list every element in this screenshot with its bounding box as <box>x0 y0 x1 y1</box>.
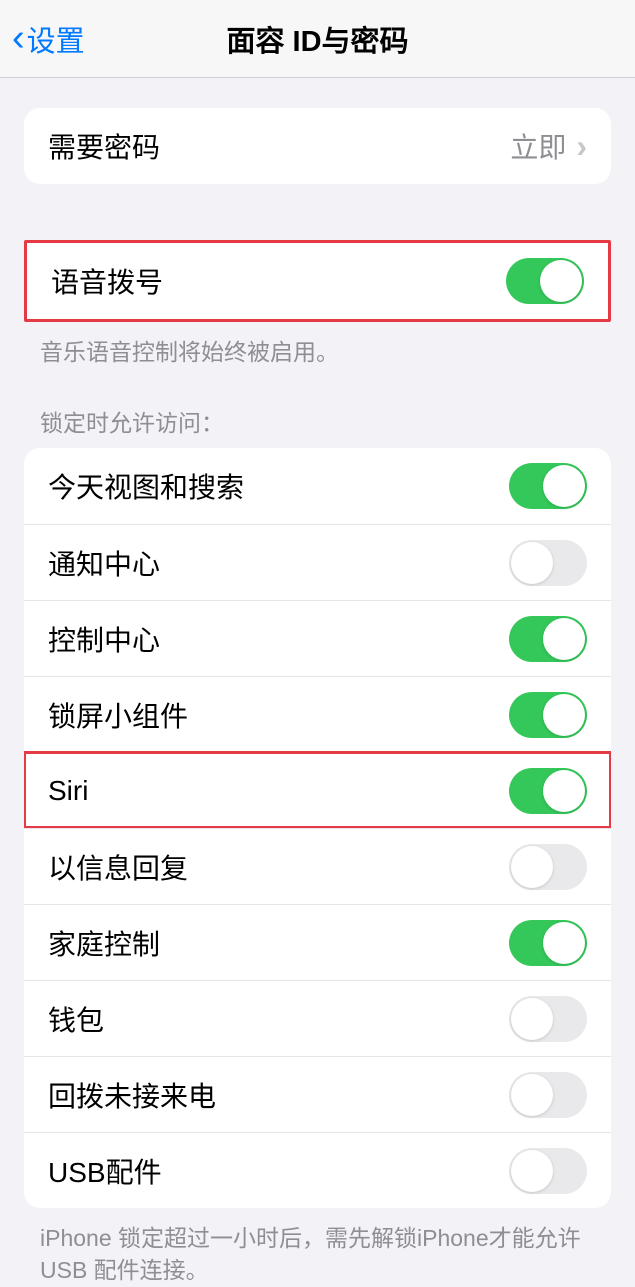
allow-access-label: 锁屏小组件 <box>48 695 188 735</box>
allow-access-toggle[interactable] <box>509 996 587 1042</box>
allow-access-toggle[interactable] <box>509 1148 587 1194</box>
back-label: 设置 <box>27 18 85 60</box>
allow-access-label: 通知中心 <box>48 543 160 583</box>
voice-dial-row: 语音拨号 <box>27 243 608 319</box>
nav-bar: ‹ 设置 面容 ID与密码 <box>0 0 635 78</box>
allow-access-row: 回拨未接来电 <box>24 1056 611 1132</box>
allow-access-row: Siri <box>24 752 611 828</box>
allow-access-toggle[interactable] <box>509 844 587 890</box>
chevron-left-icon: ‹ <box>12 17 25 60</box>
allow-access-row: 通知中心 <box>24 524 611 600</box>
allow-access-label: 回拨未接来电 <box>48 1075 216 1115</box>
allow-access-row: USB配件 <box>24 1132 611 1208</box>
allow-access-label: 以信息回复 <box>48 847 188 887</box>
back-button[interactable]: ‹ 设置 <box>0 0 85 77</box>
allow-access-label: USB配件 <box>48 1151 162 1191</box>
allow-access-toggle[interactable] <box>509 920 587 966</box>
allow-access-toggle[interactable] <box>509 616 587 662</box>
allow-access-row: 家庭控制 <box>24 904 611 980</box>
allow-access-row: 控制中心 <box>24 600 611 676</box>
allow-access-label: Siri <box>48 775 88 807</box>
require-passcode-row[interactable]: 需要密码 立即 › <box>24 108 611 184</box>
allow-access-label: 家庭控制 <box>48 923 160 963</box>
allow-access-label: 钱包 <box>48 999 104 1039</box>
chevron-right-icon: › <box>576 128 587 165</box>
allow-access-label: 今天视图和搜索 <box>48 466 244 506</box>
require-passcode-value: 立即 <box>510 126 566 166</box>
allow-access-header: 锁定时允许访问： <box>0 404 635 448</box>
require-passcode-label: 需要密码 <box>48 126 160 166</box>
allow-access-toggle[interactable] <box>509 692 587 738</box>
allow-access-label: 控制中心 <box>48 619 160 659</box>
allow-access-row: 钱包 <box>24 980 611 1056</box>
voice-dial-label: 语音拨号 <box>51 261 163 301</box>
page-title: 面容 ID与密码 <box>226 18 408 60</box>
allow-access-row: 以信息回复 <box>24 828 611 904</box>
allow-access-row: 今天视图和搜索 <box>24 448 611 524</box>
usb-footer: iPhone 锁定超过一小时后，需先解锁iPhone才能允许USB 配件连接。 <box>0 1208 635 1286</box>
allow-access-block: 今天视图和搜索通知中心控制中心锁屏小组件 Siri 以信息回复家庭控制钱包回拨未接来… <box>24 448 611 1208</box>
allow-access-toggle[interactable] <box>509 463 587 509</box>
allow-access-toggle[interactable] <box>509 768 587 814</box>
require-passcode-block: 需要密码 立即 › <box>24 108 611 184</box>
allow-access-toggle[interactable] <box>509 540 587 586</box>
voice-dial-footer: 音乐语音控制将始终被启用。 <box>0 322 635 368</box>
voice-dial-block: 语音拨号 <box>24 240 611 322</box>
allow-access-toggle[interactable] <box>509 1072 587 1118</box>
voice-dial-toggle[interactable] <box>506 258 584 304</box>
allow-access-row: 锁屏小组件 <box>24 676 611 752</box>
